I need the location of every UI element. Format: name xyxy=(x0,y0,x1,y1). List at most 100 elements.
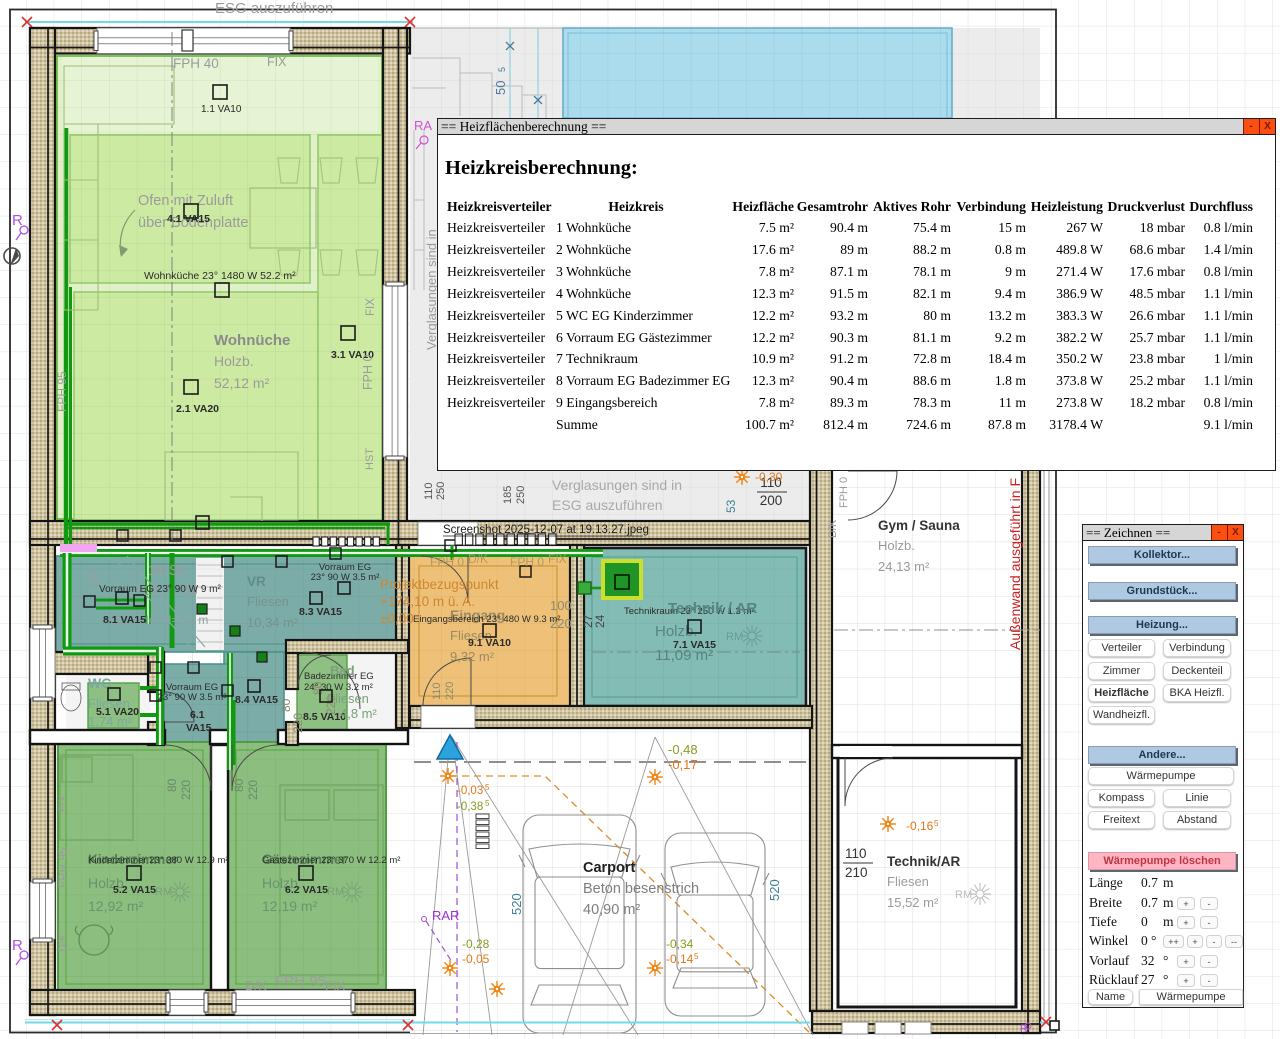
svg-text:210: 210 xyxy=(845,865,868,880)
svg-text:5: 5 xyxy=(485,783,490,792)
svg-text:-0,30: -0,30 xyxy=(755,470,783,484)
svg-text:220: 220 xyxy=(550,616,572,631)
svg-text:Gästezimmer 23° 370 W 12.2 m²: Gästezimmer 23° 370 W 12.2 m² xyxy=(262,855,400,866)
svg-text:100: 100 xyxy=(550,598,572,613)
svg-text:FPH 0: FPH 0 xyxy=(838,477,850,508)
svg-text:Vorraum EG 23° 90 W 9 m²: Vorraum EG 23° 90 W 9 m² xyxy=(99,584,221,595)
svg-text:23° 90 W 3.5 m²: 23° 90 W 3.5 m² xyxy=(311,572,380,583)
svg-text:5: 5 xyxy=(485,799,490,808)
svg-text:Fliesen: Fliesen xyxy=(887,874,929,889)
svg-text:250: 250 xyxy=(515,486,527,504)
svg-text:8.3 VA15: 8.3 VA15 xyxy=(299,606,342,618)
svg-text:23° 90 W 3.5 m²: 23° 90 W 3.5 m² xyxy=(158,692,227,703)
svg-text:FPH 40: FPH 40 xyxy=(173,56,219,71)
svg-text:FPH 95: FPH 95 xyxy=(55,371,69,412)
svg-text:50: 50 xyxy=(493,81,508,95)
svg-text:220: 220 xyxy=(291,713,305,733)
svg-text:-0,05: -0,05 xyxy=(462,952,490,966)
svg-text:4,8 m²: 4,8 m² xyxy=(340,706,378,721)
svg-text:8.1 VA15: 8.1 VA15 xyxy=(103,614,146,626)
svg-text:Wohnküche 23° 1480 W 52.2 m²: Wohnküche 23° 1480 W 52.2 m² xyxy=(144,270,296,282)
svg-text:-0,48: -0,48 xyxy=(668,742,698,757)
svg-text:11,09 m²: 11,09 m² xyxy=(655,647,713,664)
svg-text:Technik / AR: Technik / AR xyxy=(668,600,757,617)
svg-text:FIX: FIX xyxy=(548,552,567,566)
svg-text:Außenwand ausgeführt in F: Außenwand ausgeführt in F xyxy=(1007,478,1023,650)
svg-text:Beton besenstrich: Beton besenstrich xyxy=(583,881,699,897)
svg-text:-0,03: -0,03 xyxy=(457,785,483,797)
svg-text:-0,28: -0,28 xyxy=(462,937,490,951)
svg-text:D/K: D/K xyxy=(468,552,488,566)
svg-text:FPH 0: FPH 0 xyxy=(430,555,464,569)
svg-text:5: 5 xyxy=(694,952,699,961)
svg-text:4.1 VA15: 4.1 VA15 xyxy=(167,213,210,225)
svg-text:12,92 m²: 12,92 m² xyxy=(88,898,144,914)
svg-text:1.1 VA10: 1.1 VA10 xyxy=(201,104,242,115)
svg-text:Kinderzimmer 23° 380 W 12.9 m²: Kinderzimmer 23° 380 W 12.9 m² xyxy=(88,855,229,866)
svg-text:Screenshot 2025-12-07 at 19.13: Screenshot 2025-12-07 at 19.13.27.jpeg xyxy=(443,524,649,536)
svg-text:Gym / Sauna: Gym / Sauna xyxy=(878,518,960,533)
svg-text:FPH 0: FPH 0 xyxy=(361,355,375,390)
svg-text:80: 80 xyxy=(279,698,293,712)
svg-text:FIX: FIX xyxy=(365,298,377,316)
svg-text:40,90 m²: 40,90 m² xyxy=(583,902,640,918)
svg-text:Verglasungen sind in: Verglasungen sind in xyxy=(552,477,682,493)
svg-text:RM: RM xyxy=(726,631,743,643)
svg-text:2.1 VA20: 2.1 VA20 xyxy=(176,403,219,415)
svg-text:Bad: Bad xyxy=(330,663,355,678)
svg-text:520: 520 xyxy=(767,879,782,901)
svg-text:5.2 VA15: 5.2 VA15 xyxy=(113,884,156,896)
svg-text:Technik/AR: Technik/AR xyxy=(887,854,961,869)
svg-text:Fliesen: Fliesen xyxy=(327,691,369,706)
svg-text:53: 53 xyxy=(724,499,738,513)
svg-text:1,74 m²: 1,74 m² xyxy=(88,714,133,729)
svg-text:12,19 m²: 12,19 m² xyxy=(262,898,318,914)
svg-text:RM: RM xyxy=(955,889,972,901)
svg-text:10,34 m²: 10,34 m² xyxy=(247,615,299,630)
svg-text:FPH 95: FPH 95 xyxy=(275,973,326,990)
svg-text:520: 520 xyxy=(509,893,524,915)
svg-text:-0,16: -0,16 xyxy=(906,819,934,833)
svg-text:6.1: 6.1 xyxy=(190,709,205,721)
svg-text:Projektbezugspunkt: Projektbezugspunkt xyxy=(380,577,499,592)
svg-text:-0,17: -0,17 xyxy=(668,757,698,772)
svg-text:ESG auszuführen: ESG auszuführen xyxy=(215,0,333,17)
svg-text:5: 5 xyxy=(934,819,939,828)
svg-text:Holzb.: Holzb. xyxy=(878,538,915,553)
svg-text:Holzb.: Holzb. xyxy=(655,623,698,640)
svg-text:FIX: FIX xyxy=(57,794,69,812)
svg-text:110: 110 xyxy=(423,482,435,500)
svg-text:FPH 95: FPH 95 xyxy=(56,847,70,888)
svg-text:200: 200 xyxy=(760,493,783,508)
svg-text:HST: HST xyxy=(364,448,376,470)
svg-text:Carport: Carport xyxy=(583,860,636,876)
svg-text:D/K: D/K xyxy=(57,933,69,952)
svg-text:VA15: VA15 xyxy=(186,722,212,734)
svg-text:FPH 0: FPH 0 xyxy=(510,555,544,569)
svg-text:RA: RA xyxy=(414,118,432,133)
svg-text:-0,38: -0,38 xyxy=(457,801,483,813)
svg-text:220: 220 xyxy=(444,682,456,700)
svg-text:110: 110 xyxy=(431,682,443,700)
svg-text:220: 220 xyxy=(246,780,260,800)
svg-text:220: 220 xyxy=(179,780,193,800)
svg-text:-0,14: -0,14 xyxy=(666,952,694,966)
svg-text:Holzb.: Holzb. xyxy=(214,353,254,369)
svg-text:±0,00: ±0,00 xyxy=(380,611,414,626)
svg-text:15,52 m²: 15,52 m² xyxy=(887,895,939,910)
svg-text:24: 24 xyxy=(593,614,607,628)
svg-text:18 St: 18 St xyxy=(148,562,184,579)
svg-text:80: 80 xyxy=(165,778,179,792)
svg-text:110: 110 xyxy=(845,846,867,861)
svg-text:8.4 VA15: 8.4 VA15 xyxy=(235,694,278,706)
svg-text:Wohnüche: Wohnüche xyxy=(214,332,290,349)
svg-text:6.2 VA15: 6.2 VA15 xyxy=(285,884,328,896)
svg-text:ESG auszuführen: ESG auszuführen xyxy=(552,497,663,513)
svg-text:FIX: FIX xyxy=(325,978,346,993)
svg-text:9.1 VA10: 9.1 VA10 xyxy=(468,637,511,649)
svg-text:Ofen mit Zuluft: Ofen mit Zuluft xyxy=(138,193,233,209)
svg-text:5: 5 xyxy=(497,67,507,72)
svg-text:FIX: FIX xyxy=(267,55,287,69)
svg-text:185: 185 xyxy=(502,486,514,504)
svg-text:9,32 m²: 9,32 m² xyxy=(450,649,495,664)
